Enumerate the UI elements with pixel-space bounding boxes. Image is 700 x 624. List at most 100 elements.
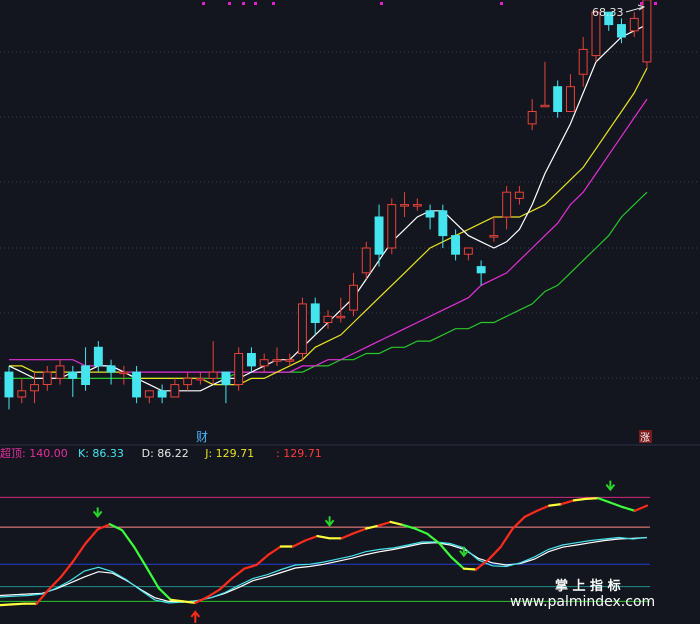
kdj-j-segment-31 (377, 520, 392, 527)
candle-11 (144, 390, 154, 404)
top-marker-dot-1 (228, 2, 231, 5)
candle-16 (208, 341, 218, 385)
candle-body-43 (553, 86, 563, 112)
candle-37 (476, 260, 486, 286)
candle-32 (412, 198, 422, 211)
top-marker-dot-0 (202, 2, 205, 5)
candle-38 (489, 217, 499, 242)
candlestick-layer (4, 0, 652, 410)
candle-18 (234, 347, 244, 391)
candle-46 (591, 11, 601, 62)
top-marker-dot-2 (242, 2, 245, 5)
candle-0 (4, 365, 14, 410)
kdj-j-segment-51 (621, 506, 636, 512)
candle-body-10 (132, 371, 142, 398)
candle-body-16 (208, 371, 218, 379)
signal-down-arrow-1 (324, 516, 335, 527)
candle-20 (259, 353, 269, 373)
candle-body-26 (336, 315, 346, 319)
kdj-j-segment-34 (414, 527, 429, 535)
candle-31 (400, 192, 410, 217)
kdj-j-segment-49 (597, 497, 612, 504)
kdj-j-segment-43 (523, 509, 539, 518)
kdj-j-segment-5 (59, 560, 75, 579)
candle-12 (157, 384, 167, 404)
candle-body-32 (412, 204, 422, 207)
signal-up-arrow-4 (190, 610, 201, 623)
candle-body-20 (259, 359, 269, 367)
candle-21 (272, 347, 282, 366)
candle-34 (438, 204, 448, 249)
candle-26 (336, 297, 346, 323)
kdj-j-segment-36 (438, 542, 453, 559)
candle-body-12 (157, 390, 167, 398)
legend-item-3: J: 129.71 (204, 447, 254, 460)
candle-body-4 (55, 365, 65, 379)
candle-body-33 (425, 210, 435, 218)
candle-body-24 (310, 303, 320, 323)
candle-body-21 (272, 359, 282, 362)
kdj-j-segment-28 (340, 531, 356, 540)
kdj-j-segment-44 (535, 504, 551, 512)
candle-8 (106, 359, 116, 385)
signal-down-arrow-3 (605, 480, 616, 492)
candle-body-28 (361, 247, 371, 274)
candle-4 (55, 359, 65, 385)
kdj-j-segment-40 (487, 546, 502, 561)
candle-41 (527, 99, 537, 131)
candle-body-3 (42, 371, 52, 386)
top-marker-dot-4 (272, 2, 275, 5)
indicator-legend: 超顶: 140.00 K: 86.33 D: 86.22 J: 129.71: 129… (0, 446, 322, 460)
kdj-j-segment-38 (462, 567, 478, 571)
kdj-j-segment-26 (316, 534, 331, 540)
kdj-j-segment-25 (304, 534, 319, 542)
candle-body-25 (323, 315, 333, 323)
candle-body-27 (349, 284, 359, 311)
kdj-j-segment-19 (230, 567, 246, 580)
candle-body-44 (566, 86, 575, 112)
candle-body-13 (170, 384, 180, 398)
watermark-title: 掌 上 指 标 (555, 578, 621, 594)
signal-down-arrow-0 (92, 507, 103, 518)
kdj-j-segment-45 (548, 503, 563, 507)
candle-body-11 (144, 390, 154, 398)
kdj-j-segment-6 (72, 542, 87, 563)
kdj-j-segment-46 (560, 499, 575, 506)
candle-body-22 (285, 359, 295, 362)
kdj-j-segment-7 (84, 528, 99, 545)
candle-body-6 (81, 365, 90, 385)
kdj-j-segment-24 (291, 539, 307, 548)
kdj-j-segment-16 (194, 595, 209, 605)
kline-chart: 68.33 财 涨 超顶: 140.00 K: 86.33 D: 86.22 J: 1… (0, 0, 700, 623)
candle-body-31 (400, 204, 410, 207)
kdj-j-segment-30 (365, 524, 380, 530)
candle-24 (310, 297, 320, 335)
candle-23 (298, 297, 307, 360)
candle-body-37 (476, 266, 486, 274)
kdj-j-segment-13 (157, 586, 172, 602)
candle-42 (540, 61, 550, 108)
candle-6 (81, 347, 90, 391)
candle-44 (566, 74, 575, 112)
candle-body-42 (540, 104, 550, 108)
watermark-url: www.palmindex.com (510, 594, 655, 610)
ma10-line (9, 67, 648, 386)
candle-body-17 (221, 371, 231, 386)
candle-body-18 (234, 353, 244, 385)
candle-body-2 (30, 384, 40, 392)
event-marker-cai: 财 (196, 430, 208, 444)
candle-15 (195, 372, 205, 385)
top-marker-row (202, 2, 657, 5)
candle-body-14 (183, 377, 193, 386)
top-marker-dot-6 (500, 2, 503, 5)
candle-body-19 (247, 353, 256, 367)
legend-item-4: : 129.71 (276, 447, 322, 460)
peak-price-label: 68.33 (592, 6, 624, 19)
kdj-j-segment-12 (145, 566, 160, 590)
candle-45 (578, 37, 588, 87)
ma20-line (9, 98, 648, 373)
kdj-j-segment-1 (11, 602, 26, 606)
limit-up-badge: 涨 (640, 432, 650, 444)
kdj-j-segment-50 (609, 501, 624, 509)
candle-body-0 (4, 371, 14, 398)
